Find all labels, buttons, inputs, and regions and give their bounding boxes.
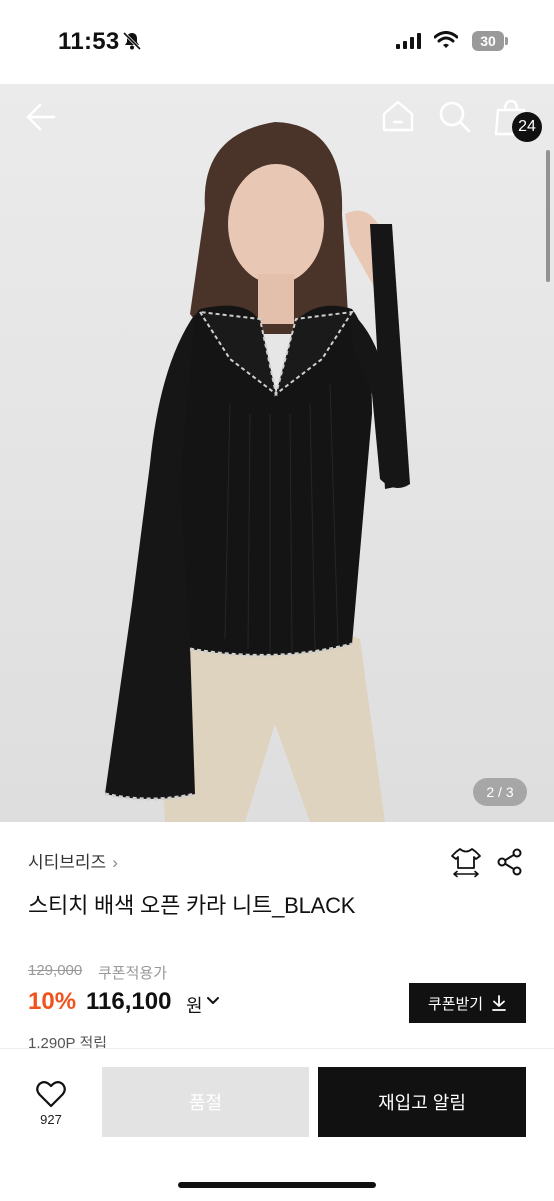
- brand-link[interactable]: 시티브리즈 ›: [28, 848, 118, 873]
- chevron-right-icon: ›: [112, 853, 118, 872]
- home-indicator[interactable]: [178, 1182, 376, 1188]
- battery-tip: [505, 37, 508, 45]
- battery-indicator: 30: [472, 31, 508, 51]
- download-icon: [492, 995, 506, 1011]
- soldout-button[interactable]: 품절: [102, 1067, 309, 1137]
- wifi-icon: [434, 31, 458, 48]
- product-title: 스티치 배색 오픈 카라 니트_BLACK: [28, 893, 356, 918]
- restock-alert-button[interactable]: 재입고 알림: [318, 1067, 526, 1137]
- cart-count-badge[interactable]: 24: [512, 112, 542, 142]
- scroll-indicator[interactable]: [546, 150, 550, 282]
- signal-icon: [396, 33, 421, 49]
- heart-icon[interactable]: [36, 1080, 66, 1108]
- original-price: 129,000: [28, 962, 83, 979]
- size-guide-icon[interactable]: [450, 846, 482, 878]
- search-icon[interactable]: [438, 100, 472, 134]
- reward-points: 1,290P 적립: [28, 1035, 108, 1048]
- bell-slash-icon: [122, 31, 142, 51]
- currency-label: 원: [186, 996, 203, 1016]
- battery-level: 30: [472, 31, 504, 51]
- home-icon[interactable]: [380, 98, 416, 134]
- chevron-down-icon[interactable]: [206, 996, 220, 1006]
- coupon-download-button[interactable]: 쿠폰받기: [409, 983, 526, 1023]
- coupon-button-label: 쿠폰받기: [427, 995, 484, 1013]
- back-arrow-icon[interactable]: [24, 100, 58, 134]
- status-bar: 11:53 30: [0, 0, 554, 84]
- brand-name: 시티브리즈: [28, 853, 107, 872]
- status-time: 11:53: [58, 28, 120, 55]
- like-count: 927: [40, 1112, 62, 1127]
- share-icon[interactable]: [496, 848, 524, 876]
- coupon-price-note: 쿠폰적용가: [98, 965, 168, 982]
- discount-rate: 10%: [28, 988, 77, 1015]
- sale-price: 116,100: [86, 988, 172, 1015]
- product-image-gallery[interactable]: [0, 84, 554, 822]
- image-counter: 2 / 3: [473, 778, 527, 806]
- product-photo: [0, 84, 554, 822]
